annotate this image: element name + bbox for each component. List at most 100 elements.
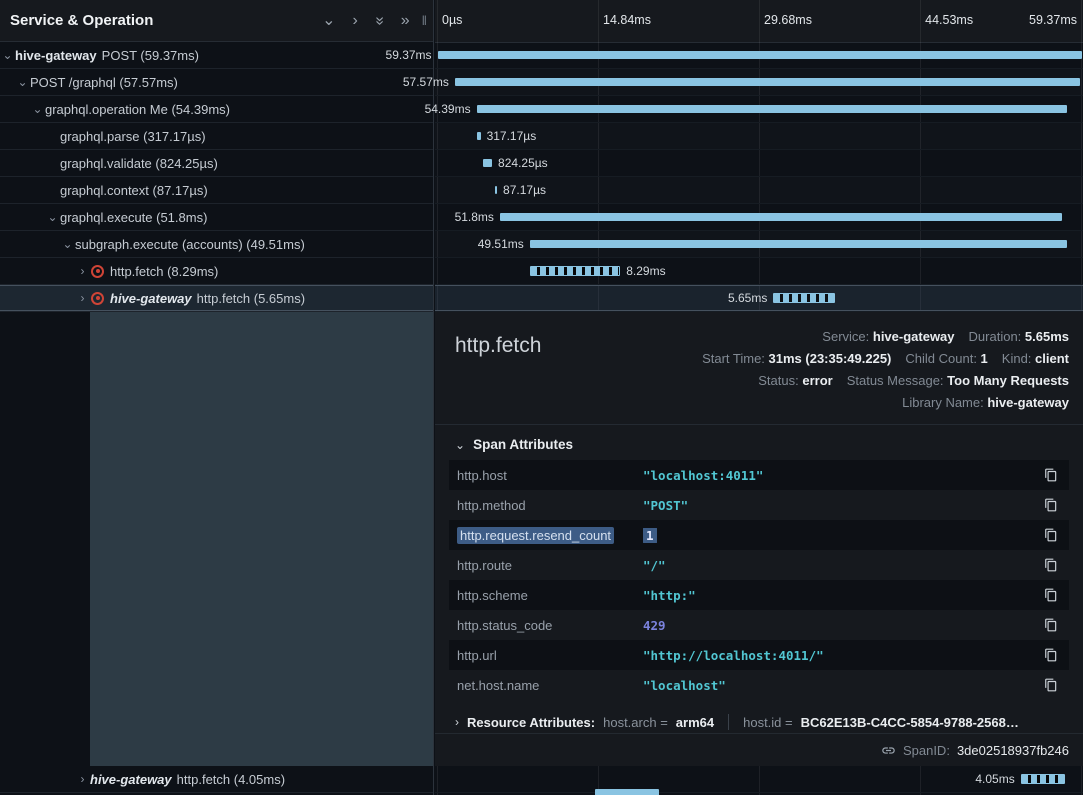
double-chevron-right-icon[interactable]: » [401, 13, 410, 29]
span-name: graphql.parse (317.17µs) [60, 129, 206, 144]
span-attributes-header[interactable]: ⌄ Span Attributes [435, 425, 1083, 460]
copy-icon[interactable] [1041, 645, 1061, 665]
copy-icon[interactable] [1041, 555, 1061, 575]
span-attributes-label: Span Attributes [473, 437, 573, 452]
span-row[interactable]: ›hive-gatewayhttp.fetch (5.65ms) [0, 285, 433, 312]
detail-meta-label: Duration: [969, 329, 1025, 344]
span-id-row: SpanID: 3de02518937fb246 [435, 733, 1083, 766]
attribute-value: 1 [643, 528, 1041, 543]
span-timeline-row: 57.57ms [435, 69, 1083, 96]
span-bar[interactable] [530, 266, 620, 276]
span-bar[interactable] [500, 213, 1062, 221]
resource-attributes-row[interactable]: › Resource Attributes: host.arch = arm64… [435, 700, 1083, 730]
detail-meta-label: Kind: [1002, 351, 1035, 366]
bar-duration-label: 57.57ms [403, 75, 449, 89]
resource-attributes-label: Resource Attributes: [467, 715, 595, 730]
span-bar[interactable] [477, 105, 1067, 113]
detail-meta-label: Service: [822, 329, 873, 344]
span-row[interactable]: ›hive-gatewayhttp.fetch (4.05ms) [0, 766, 433, 793]
span-row[interactable]: graphql.context (87.17µs) [0, 177, 433, 204]
span-bar[interactable] [773, 293, 834, 303]
chevron-right-icon[interactable]: › [75, 265, 90, 277]
attribute-row: http.status_code429 [449, 610, 1069, 640]
span-row[interactable]: ⌄hive-gatewayPOST (59.37ms) [0, 42, 433, 69]
chevron-down-icon[interactable]: ⌄ [30, 103, 45, 115]
bar-duration-label: 59.37ms [386, 48, 432, 62]
attribute-row: http.request.resend_count1 [449, 520, 1069, 550]
detail-meta-pair: Duration: 5.65ms [969, 329, 1069, 344]
resource-attribute-key: host.id = [743, 715, 793, 730]
detail-header: http.fetch Service: hive-gatewayDuration… [435, 326, 1083, 414]
attribute-row: net.host.name"localhost" [449, 670, 1069, 700]
copy-icon[interactable] [1041, 585, 1061, 605]
attribute-key: http.host [457, 468, 643, 483]
link-icon[interactable] [881, 743, 896, 758]
span-name: http.fetch (4.05ms) [177, 772, 285, 787]
bar-duration-label: 87.17µs [503, 183, 546, 197]
chevron-right-icon[interactable]: › [75, 773, 90, 785]
attribute-row: http.scheme"http:" [449, 580, 1069, 610]
detail-meta-value: error [802, 373, 832, 388]
copy-icon[interactable] [1041, 615, 1061, 635]
span-bar[interactable] [455, 78, 1080, 86]
detail-meta-value: 1 [981, 351, 988, 366]
attribute-value: "POST" [643, 498, 1041, 513]
span-bar[interactable] [495, 186, 497, 194]
text-selection: 1 [643, 528, 657, 543]
span-row[interactable]: ⌄graphql.execute (51.8ms) [0, 204, 433, 231]
chevron-down-icon[interactable]: ⌄ [45, 211, 60, 223]
detail-meta-pair: Status: error [758, 373, 832, 388]
chevron-right-icon[interactable]: › [75, 292, 90, 304]
copy-icon[interactable] [1041, 465, 1061, 485]
attribute-key: http.method [457, 498, 643, 513]
tick-label: 44.53ms [925, 13, 973, 27]
chevron-right-icon[interactable]: › [352, 13, 357, 29]
detail-meta-line: Service: hive-gateway Duration: 5.65ms [702, 326, 1069, 348]
span-bar[interactable] [530, 240, 1067, 248]
attribute-value: "http:" [643, 588, 1041, 603]
tick-label: 0µs [442, 13, 462, 27]
copy-icon[interactable] [1041, 525, 1061, 545]
detail-meta-label: Library Name: [902, 395, 987, 410]
error-icon [91, 265, 104, 278]
separator [728, 714, 729, 730]
span-timeline-row: 317.17µs [435, 123, 1083, 150]
attribute-row: http.host"localhost:4011" [449, 460, 1069, 490]
detail-meta-pair: Status Message: Too Many Requests [847, 373, 1069, 388]
span-name: graphql.context (87.17µs) [60, 183, 208, 198]
span-bar[interactable] [595, 789, 659, 795]
span-row[interactable]: graphql.validate (824.25µs) [0, 150, 433, 177]
span-bar[interactable] [438, 51, 1082, 59]
span-row[interactable]: ›http.fetch (8.29ms) [0, 258, 433, 285]
detail-meta-value: Too Many Requests [947, 373, 1069, 388]
span-row[interactable]: ⌄subgraph.execute (accounts) (49.51ms) [0, 231, 433, 258]
span-row[interactable]: ⌄POST /graphql (57.57ms) [0, 69, 433, 96]
resource-attribute-value: arm64 [676, 715, 714, 730]
span-timeline-row [435, 780, 1083, 795]
detail-meta-line: Status: error Status Message: Too Many Re… [702, 370, 1069, 392]
detail-meta-label: Start Time: [702, 351, 768, 366]
attribute-value: 429 [643, 618, 1041, 633]
span-bar[interactable] [483, 159, 492, 167]
attribute-value: "http://localhost:4011/" [643, 648, 1041, 663]
span-name: graphql.execute (51.8ms) [60, 210, 207, 225]
chevron-down-icon[interactable]: ⌄ [60, 238, 75, 250]
bar-duration-label: 51.8ms [455, 210, 494, 224]
span-row[interactable]: ⌄graphql.operation Me (54.39ms) [0, 96, 433, 123]
detail-meta-pair: Library Name: hive-gateway [902, 395, 1069, 410]
expanded-subtree-region [90, 312, 433, 766]
attribute-key: http.status_code [457, 618, 643, 633]
panel-resize-handle[interactable]: ‖ [422, 13, 427, 28]
span-row[interactable]: graphql.parse (317.17µs) [0, 123, 433, 150]
double-chevron-down-icon[interactable]: » [371, 16, 387, 25]
chevron-down-icon[interactable]: ⌄ [0, 49, 15, 61]
span-timeline-row: 824.25µs [435, 150, 1083, 177]
span-bar[interactable] [477, 132, 480, 140]
bar-duration-label: 824.25µs [498, 156, 548, 170]
copy-icon[interactable] [1041, 495, 1061, 515]
chevron-down-icon[interactable]: ⌄ [15, 76, 30, 88]
chevron-down-icon[interactable]: ⌄ [322, 13, 335, 29]
copy-icon[interactable] [1041, 675, 1061, 695]
detail-meta-value: hive-gateway [873, 329, 955, 344]
span-tree-header: Service & Operation ⌄›»» ‖ [0, 0, 433, 42]
